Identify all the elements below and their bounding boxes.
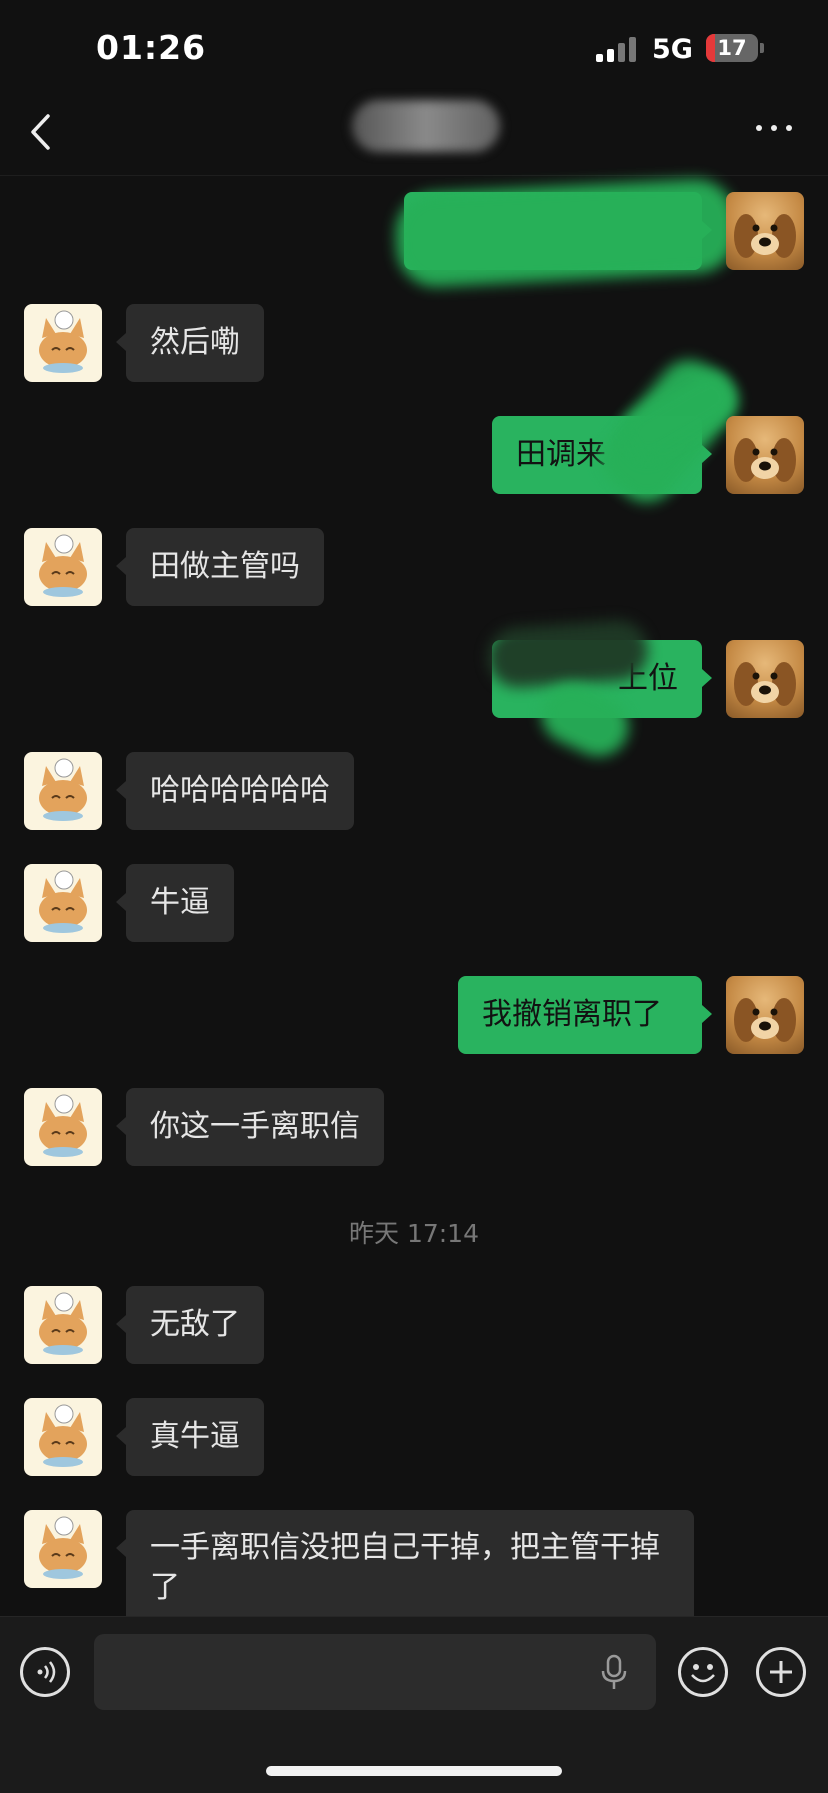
voice-icon[interactable] (20, 1647, 70, 1697)
message-input[interactable] (94, 1634, 656, 1710)
message-bubble[interactable]: 然后嘞 (126, 304, 264, 382)
timestamp: 昨天 17:14 (349, 1219, 479, 1248)
bubble-tail (116, 557, 126, 575)
plus-icon[interactable] (756, 1647, 806, 1697)
self-avatar[interactable] (726, 640, 804, 718)
emoji-icon[interactable] (678, 1647, 728, 1697)
bubble-tail (116, 1315, 126, 1333)
message-bubble[interactable]: 我撤销离职了 (458, 976, 702, 1054)
divider (0, 175, 828, 176)
self-avatar[interactable] (726, 976, 804, 1054)
home-indicator[interactable] (266, 1766, 562, 1776)
network-type: 5G (652, 34, 693, 65)
contact-avatar[interactable] (24, 304, 102, 382)
bubble-tail (116, 1117, 126, 1135)
redaction-scribble (393, 177, 739, 289)
battery-level: 17 (717, 36, 747, 60)
battery-icon: 17 (706, 34, 758, 62)
self-avatar[interactable] (726, 416, 804, 494)
microphone-icon[interactable] (600, 1654, 628, 1692)
bubble-tail (116, 1427, 126, 1445)
bubble-tail (116, 893, 126, 911)
message-bubble[interactable]: 一手离职信没把自己干掉，把主管干掉了 (126, 1510, 694, 1630)
message-bubble[interactable]: 哈哈哈哈哈哈 (126, 752, 354, 830)
battery-tip (760, 43, 764, 53)
contact-avatar[interactable] (24, 752, 102, 830)
chevron-left-icon[interactable] (28, 112, 54, 152)
message-bubble[interactable]: 真牛逼 (126, 1398, 264, 1476)
bubble-tail (116, 333, 126, 351)
contact-avatar[interactable] (24, 1510, 102, 1588)
message-bubble[interactable]: 无敌了 (126, 1286, 264, 1364)
bubble-tail (702, 1005, 712, 1023)
contact-avatar[interactable] (24, 1088, 102, 1166)
message-text: 田调来 (516, 437, 606, 472)
message-bubble[interactable]: 田做主管吗 (126, 528, 324, 606)
self-avatar[interactable] (726, 192, 804, 270)
contact-avatar[interactable] (24, 1286, 102, 1364)
bubble-tail (116, 781, 126, 799)
status-time: 01:26 (96, 28, 207, 67)
redaction-scribble (486, 618, 650, 690)
message-bubble[interactable]: 牛逼 (126, 864, 234, 942)
contact-avatar[interactable] (24, 1398, 102, 1476)
bubble-tail (116, 1539, 126, 1557)
contact-avatar[interactable] (24, 528, 102, 606)
message-bubble[interactable]: 你这一手离职信 (126, 1088, 384, 1166)
chat-title-redacted (352, 100, 500, 152)
ellipsis-icon[interactable] (756, 122, 796, 134)
contact-avatar[interactable] (24, 864, 102, 942)
signal-icon (596, 36, 640, 62)
bubble-tail (702, 669, 712, 687)
